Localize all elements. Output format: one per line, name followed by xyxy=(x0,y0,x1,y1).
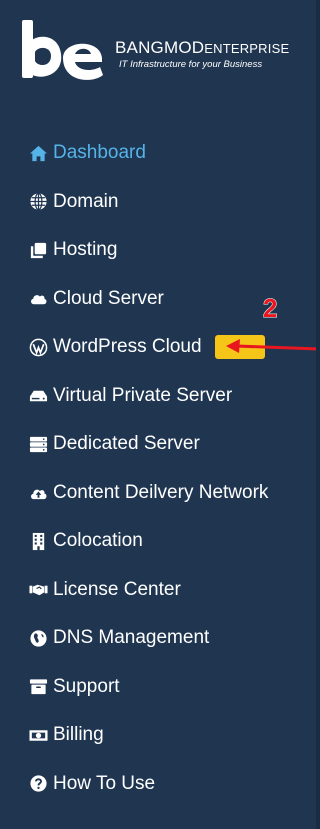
money-bill-icon xyxy=(28,725,48,745)
brand-logo[interactable]: BANGMODENTERPRISE IT Infrastructure for … xyxy=(20,20,310,100)
sidebar-item-how-to-use[interactable]: How To Use xyxy=(0,760,316,809)
brand-name: BANGMODENTERPRISE xyxy=(115,38,289,58)
sidebar-item-label: Dedicated Server xyxy=(53,433,200,455)
sidebar-item-label: How To Use xyxy=(53,772,156,794)
sidebar-item-label: Domain xyxy=(53,190,119,212)
sidebar-item-label: License Center xyxy=(53,578,181,600)
annotation-arrow-icon xyxy=(226,339,320,353)
brand-tagline: IT Infrastructure for your Business xyxy=(119,59,263,70)
brand-name-sub: ENTERPRISE xyxy=(204,41,290,56)
hdd-icon xyxy=(28,386,48,406)
server-icon xyxy=(28,434,48,454)
sidebar-item-label: DNS Management xyxy=(53,627,210,649)
sidebar-item-label: Dashboard xyxy=(53,142,146,164)
sidebar-item-label: WordPress Cloud xyxy=(53,336,202,358)
globe-icon xyxy=(28,192,48,212)
home-icon xyxy=(28,143,48,163)
building-icon xyxy=(28,531,48,551)
question-circle-icon xyxy=(28,774,48,794)
globe-africa-icon xyxy=(28,628,48,648)
sidebar-item-billing[interactable]: Billing xyxy=(0,711,316,760)
sidebar-menu: Dashboard Domain Hosting Cloud Server Wo… xyxy=(0,129,316,808)
handshake-icon xyxy=(28,580,48,600)
sidebar-item-domain[interactable]: Domain xyxy=(0,178,316,227)
sidebar-item-cdn[interactable]: Content Deilvery Network xyxy=(0,469,316,518)
sidebar-item-dashboard[interactable]: Dashboard xyxy=(0,129,316,178)
cloud-upload-icon xyxy=(28,483,48,503)
scrollbar-edge xyxy=(316,0,320,829)
sidebar-item-dns-management[interactable]: DNS Management xyxy=(0,614,316,663)
cloud-icon xyxy=(28,289,48,309)
sidebar-item-dedicated-server[interactable]: Dedicated Server xyxy=(0,420,316,469)
sidebar-item-support[interactable]: Support xyxy=(0,663,316,712)
clone-icon xyxy=(28,240,48,260)
sidebar-item-hosting[interactable]: Hosting xyxy=(0,226,316,275)
sidebar-item-label: Cloud Server xyxy=(53,287,164,309)
be-logo-icon xyxy=(22,20,103,80)
wordpress-icon xyxy=(28,337,48,357)
brand-name-main: BANGMOD xyxy=(115,38,205,57)
sidebar-item-label: Hosting xyxy=(53,239,118,261)
sidebar-item-label: Billing xyxy=(53,724,104,746)
annotation-number: 2 xyxy=(262,293,278,324)
sidebar-item-license-center[interactable]: License Center xyxy=(0,566,316,615)
sidebar-item-label: Content Deilvery Network xyxy=(53,481,269,503)
sidebar: BANGMODENTERPRISE IT Infrastructure for … xyxy=(0,0,320,829)
sidebar-item-colocation[interactable]: Colocation xyxy=(0,517,316,566)
sidebar-item-label: Support xyxy=(53,675,120,697)
sidebar-item-label: Colocation xyxy=(53,530,143,552)
sidebar-item-label: Virtual Private Server xyxy=(53,384,233,406)
sidebar-item-vps[interactable]: Virtual Private Server xyxy=(0,372,316,421)
archive-icon xyxy=(28,677,48,697)
